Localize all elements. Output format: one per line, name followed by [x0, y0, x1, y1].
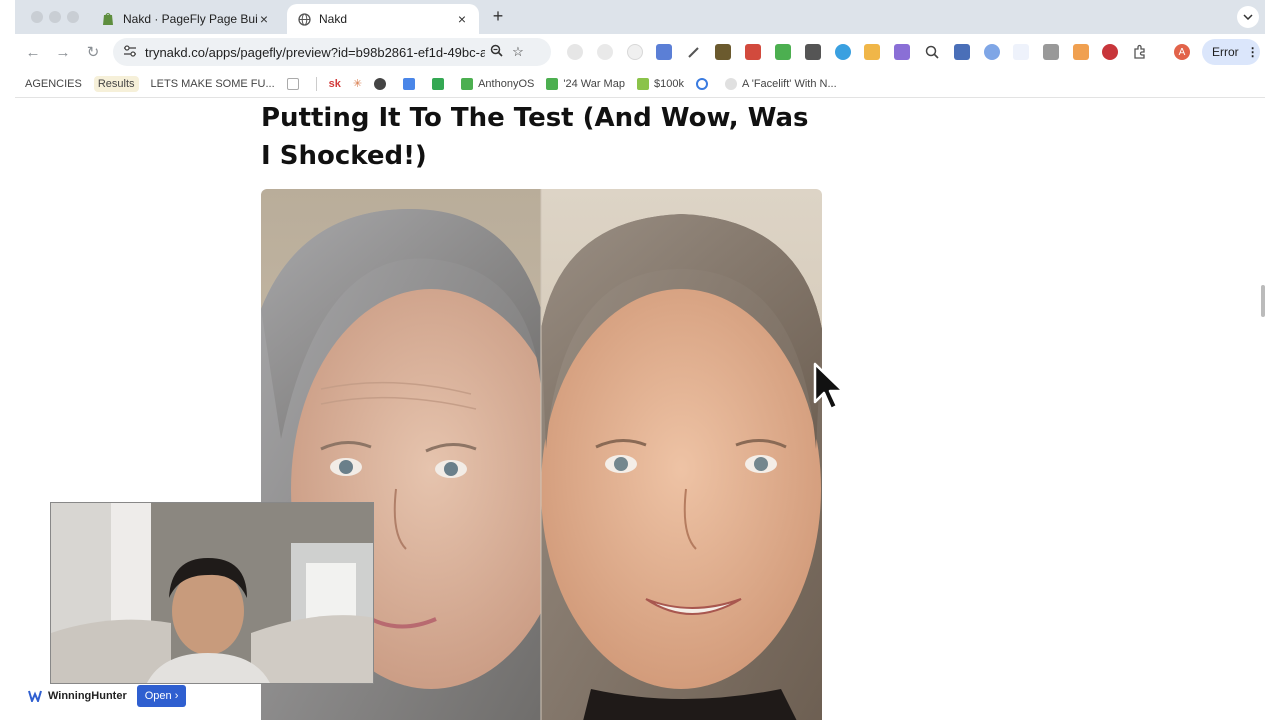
profile-avatar[interactable]: A	[1174, 44, 1190, 60]
scrollbar-thumb[interactable]	[1261, 285, 1265, 317]
extension-icon-yellow[interactable]	[864, 44, 880, 60]
extension-icon-navy[interactable]	[954, 44, 970, 60]
shopify-icon	[636, 77, 649, 90]
bookmark-agencies[interactable]: AGENCIES	[25, 78, 82, 90]
grid-extension-icon[interactable]	[656, 44, 672, 60]
calendar-bookmark-icon[interactable]	[403, 77, 420, 90]
extension-icon-3[interactable]	[627, 44, 643, 60]
screen-border-left	[0, 0, 15, 720]
bookmark-100k[interactable]: $100k	[636, 77, 684, 90]
address-bar[interactable]: trynakd.co/apps/pagefly/preview?id=b98b2…	[113, 38, 551, 66]
tab-nakd[interactable]: Nakd ×	[287, 4, 479, 34]
brand-name: WinningHunter	[48, 690, 127, 702]
extension-icon-dark[interactable]	[805, 44, 821, 60]
search-icon[interactable]	[924, 44, 940, 60]
extension-icon-badge[interactable]	[775, 44, 791, 60]
mouse-cursor-icon	[813, 362, 847, 419]
new-tab-button[interactable]: +	[487, 6, 509, 27]
winninghunter-bar: WinningHunter Open ›	[28, 685, 187, 707]
url-text: trynakd.co/apps/pagefly/preview?id=b98b2…	[145, 44, 485, 60]
bookmark-anthonyos[interactable]: AnthonyOS	[461, 77, 535, 90]
bookmark-results[interactable]: Results	[93, 75, 139, 92]
bookmarks-bar: AGENCIES Results LETS MAKE SOME FU... sk…	[15, 70, 1265, 98]
error-button[interactable]: Error ⋮	[1202, 39, 1260, 65]
chevron-right-icon: ›	[174, 690, 179, 702]
extension-icon-purple[interactable]	[894, 44, 910, 60]
tab-search-button[interactable]	[1237, 6, 1259, 28]
bookmark-lets-make[interactable]: LETS MAKE SOME FU...	[151, 78, 275, 90]
bookmark-separator	[315, 76, 317, 91]
tab-pagefly[interactable]: Nakd · PageFly Page Builder ×	[91, 4, 281, 34]
maximize-window-button[interactable]	[67, 11, 79, 23]
bookmark-label: Results	[97, 77, 135, 90]
bookmark-sk[interactable]: sk	[329, 78, 341, 90]
bookmark-label: AnthonyOS	[478, 77, 535, 90]
chevron-down-icon	[1243, 14, 1253, 20]
more-menu-icon[interactable]: ⋮	[1247, 45, 1259, 59]
apps-grid-icon[interactable]	[286, 77, 304, 90]
open-button[interactable]: Open ›	[136, 685, 187, 707]
webcam-overlay	[50, 502, 374, 684]
extension-icon-w[interactable]	[1013, 44, 1029, 60]
bookmark-war-map[interactable]: '24 War Map	[546, 77, 625, 90]
extension-icon-a[interactable]	[1043, 44, 1059, 60]
circle-bookmark-icon[interactable]	[374, 77, 391, 90]
back-icon[interactable]: ←	[23, 42, 43, 62]
globe-icon	[297, 12, 311, 26]
close-window-button[interactable]	[31, 11, 43, 23]
c-bookmark-icon[interactable]	[695, 77, 713, 90]
shopify-icon	[101, 12, 115, 26]
reload-icon[interactable]: ↻	[83, 42, 103, 62]
bookmark-label: '24 War Map	[563, 77, 625, 90]
extension-icon-2[interactable]	[597, 44, 613, 60]
zoom-icon[interactable]	[485, 44, 507, 60]
minimize-window-button[interactable]	[49, 11, 61, 23]
asterisk-bookmark-icon[interactable]: ✳	[353, 77, 362, 90]
extension-icon-blue[interactable]	[835, 44, 851, 60]
avatar-icon	[724, 77, 737, 90]
sheets-icon	[461, 77, 474, 90]
bookmark-label: A 'Facelift' With N...	[741, 77, 837, 90]
winninghunter-logo-icon	[28, 690, 42, 702]
arrow-extension-icon[interactable]	[745, 44, 761, 60]
flag-bookmark-icon[interactable]	[432, 77, 449, 90]
puzzle-icon[interactable]	[1132, 44, 1148, 60]
browser-toolbar: ← → ↻ trynakd.co/apps/pagefly/preview?id…	[15, 34, 1265, 70]
site-settings-icon[interactable]	[123, 44, 139, 60]
extension-icon-1[interactable]	[567, 44, 583, 60]
tab-strip: Nakd · PageFly Page Builder × Nakd × +	[15, 0, 1265, 34]
bookmark-label: $100k	[653, 77, 684, 90]
bookmark-label: LETS MAKE SOME FU...	[150, 77, 275, 90]
extension-icon-ds[interactable]	[1073, 44, 1089, 60]
sheets-icon	[546, 77, 559, 90]
eyedropper-icon[interactable]	[686, 44, 702, 60]
close-tab-icon[interactable]: ×	[455, 11, 469, 27]
star-extension-icon[interactable]	[715, 44, 731, 60]
article-headline: Putting It To The Test (And Wow, Was I S…	[261, 103, 809, 171]
bookmark-facelift[interactable]: A 'Facelift' With N...	[724, 77, 837, 90]
open-label: Open	[144, 690, 172, 702]
tab-title: Nakd · PageFly Page Builder	[123, 12, 257, 26]
tab-title: Nakd	[319, 12, 348, 26]
error-label: Error	[1212, 45, 1239, 59]
close-tab-icon[interactable]: ×	[257, 11, 271, 27]
bookmark-label: AGENCIES	[25, 77, 82, 90]
forward-icon[interactable]: →	[53, 42, 73, 62]
extension-icon-lightblue[interactable]	[984, 44, 1000, 60]
extension-icon-red[interactable]	[1102, 44, 1118, 60]
screen-border-right	[1265, 0, 1280, 720]
bookmark-star-icon[interactable]: ☆	[507, 44, 529, 60]
